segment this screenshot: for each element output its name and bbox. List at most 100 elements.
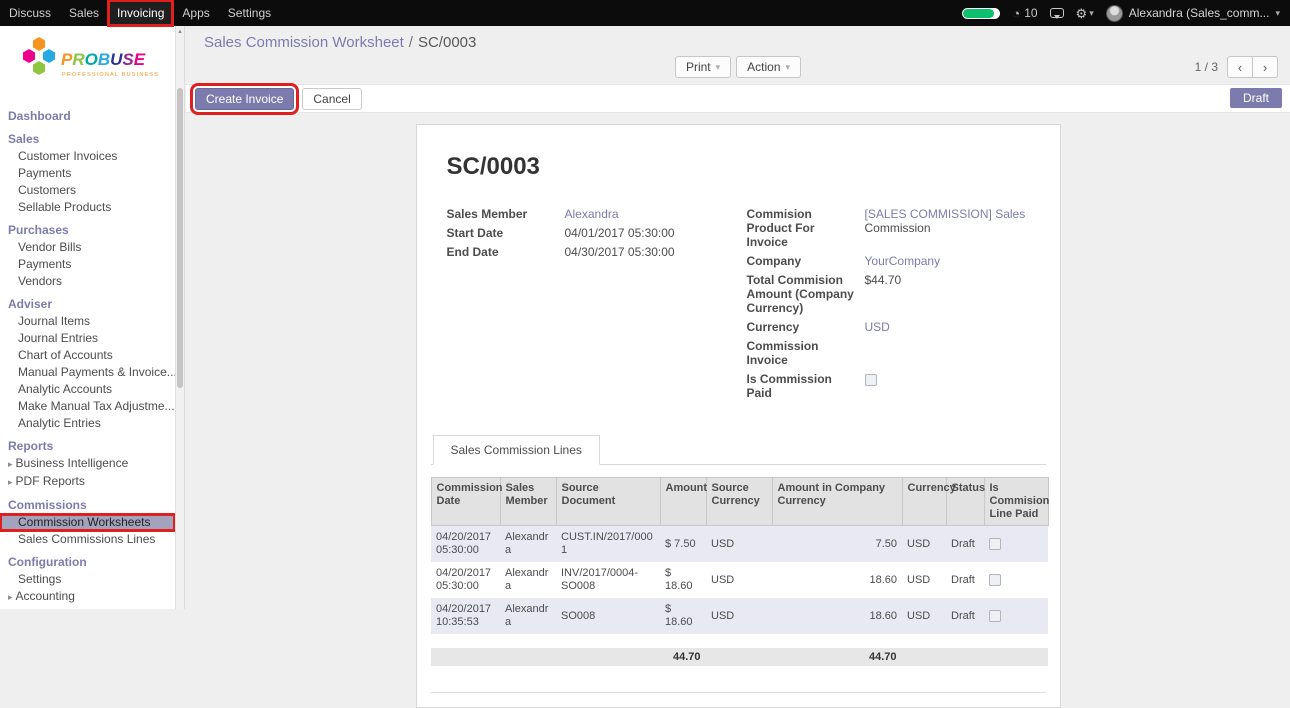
label-commission-invoice: Commission Invoice <box>747 339 865 367</box>
sidebar-item-analytic-accounts[interactable]: Analytic Accounts <box>0 381 175 398</box>
print-button[interactable]: Print▾ <box>675 56 731 78</box>
sidebar-section-sales[interactable]: Sales <box>0 130 175 148</box>
caret-right-icon: ▸ <box>8 459 13 469</box>
label-commission-product: Commision Product For Invoice <box>747 207 865 249</box>
is-commission-paid-checkbox <box>865 374 877 386</box>
topbar: Discuss Sales Invoicing Apps Settings ◔ … <box>0 0 1290 26</box>
label-sales-member: Sales Member <box>447 207 565 221</box>
chat-icon[interactable] <box>1050 8 1064 18</box>
sidebar-item-sellable-products[interactable]: Sellable Products <box>0 199 175 216</box>
debug-menu[interactable]: ⚙ ▾ <box>1076 7 1094 20</box>
field-group-right: Commision Product For Invoice [SALES COM… <box>747 207 1030 405</box>
scrollbar-thumb[interactable] <box>177 88 183 388</box>
avatar <box>1106 5 1123 22</box>
sheet-area: SC/0003 Sales Member Alexandra Start Dat… <box>186 113 1290 708</box>
col-commission-date[interactable]: Commission Date <box>431 478 500 526</box>
user-menu[interactable]: Alexandra (Sales_comm... ▾ <box>1106 5 1280 22</box>
col-source-document[interactable]: Source Document <box>556 478 660 526</box>
sheet-divider <box>431 692 1046 693</box>
sidebar-item-vendor-bills[interactable]: Vendor Bills <box>0 239 175 256</box>
sidebar-item-manual-payments-invoice[interactable]: Manual Payments & Invoice... <box>0 364 175 381</box>
table-row[interactable]: 04/20/2017 05:30:00 Alexandra CUST.IN/20… <box>431 526 1048 563</box>
table-row[interactable]: 04/20/2017 10:35:53 Alexandra SO008 $ 18… <box>431 598 1048 634</box>
probuse-logo-graphic: PROBUSE PROFESSIONAL BUSINESS <box>17 34 167 94</box>
sidebar-item-analytic-entries[interactable]: Analytic Entries <box>0 415 175 432</box>
logo-subtitle: PROFESSIONAL BUSINESS <box>62 72 159 78</box>
sidebar-item-settings[interactable]: Settings <box>0 571 175 588</box>
sidebar-section-reports[interactable]: Reports <box>0 437 175 455</box>
scroll-up-icon[interactable]: ▲ <box>176 26 184 35</box>
sidebar-item-customers[interactable]: Customers <box>0 182 175 199</box>
breadcrumb-parent[interactable]: Sales Commission Worksheet <box>204 34 404 51</box>
sales-member-value[interactable]: Alexandra <box>565 207 619 221</box>
breadcrumb-separator: / <box>409 34 413 51</box>
table-header-row: Commission Date Sales Member Source Docu… <box>431 478 1048 526</box>
sidebar-item-journal-entries[interactable]: Journal Entries <box>0 330 175 347</box>
pager-previous-button[interactable]: ‹ <box>1227 56 1253 78</box>
menu-invoicing[interactable]: Invoicing <box>108 0 173 26</box>
gear-icon: ⚙ <box>1076 7 1088 20</box>
activity-count: 10 <box>1024 6 1037 20</box>
sidebar-item-sales-commissions-lines[interactable]: Sales Commissions Lines <box>0 531 175 548</box>
company-logo[interactable]: PROBUSE PROFESSIONAL BUSINESS <box>0 26 184 102</box>
sidebar-item-customer-invoices[interactable]: Customer Invoices <box>0 148 175 165</box>
breadcrumb-current: SC/0003 <box>418 34 476 51</box>
cancel-button[interactable]: Cancel <box>302 88 361 110</box>
sidebar-item-sales-payments[interactable]: Payments <box>0 165 175 182</box>
sidebar-item-chart-of-accounts[interactable]: Chart of Accounts <box>0 347 175 364</box>
sidebar: PROBUSE PROFESSIONAL BUSINESS Dashboard … <box>0 26 185 609</box>
sidebar-section-commissions[interactable]: Commissions <box>0 496 175 514</box>
col-sales-member[interactable]: Sales Member <box>500 478 556 526</box>
commission-product-value[interactable]: [SALES COMMISSION] Sales <box>865 207 1030 221</box>
main-menu: Discuss Sales Invoicing Apps Settings <box>0 0 280 26</box>
tab-sales-commission-lines[interactable]: Sales Commission Lines <box>433 435 600 465</box>
col-amount[interactable]: Amount <box>660 478 706 526</box>
sidebar-item-pdf-reports[interactable]: ▸PDF Reports <box>0 473 175 491</box>
col-source-currency[interactable]: Source Currency <box>706 478 772 526</box>
activity-counter[interactable]: ◔ 10 <box>1012 6 1037 20</box>
progress-indicator <box>962 8 1000 19</box>
control-panel: Sales Commission Worksheet / SC/0003 Print… <box>186 26 1290 84</box>
pager-next-button[interactable]: › <box>1252 56 1278 78</box>
commission-product-value-wrap: Commission <box>865 221 931 235</box>
col-currency[interactable]: Currency <box>902 478 946 526</box>
totals-row: 44.70 44.70 <box>431 648 1048 666</box>
sidebar-item-journal-items[interactable]: Journal Items <box>0 313 175 330</box>
sidebar-section-purchases[interactable]: Purchases <box>0 221 175 239</box>
commission-invoice-value <box>865 339 1030 367</box>
action-button[interactable]: Action▾ <box>736 56 801 78</box>
col-status[interactable]: Status <box>946 478 984 526</box>
sidebar-section-adviser[interactable]: Adviser <box>0 295 175 313</box>
table-row[interactable]: 04/20/2017 05:30:00 Alexandra INV/2017/0… <box>431 562 1048 598</box>
sidebar-item-purchase-payments[interactable]: Payments <box>0 256 175 273</box>
col-is-commission-line-paid[interactable]: Is Commision Line Paid <box>984 478 1048 526</box>
label-total-commission-amount: Total Commision Amount (Company Currency… <box>747 273 865 315</box>
menu-apps[interactable]: Apps <box>173 0 218 26</box>
status-badge-draft[interactable]: Draft <box>1230 88 1282 108</box>
svg-text:PROBUSE: PROBUSE <box>61 50 146 69</box>
form-sheet: SC/0003 Sales Member Alexandra Start Dat… <box>416 124 1061 708</box>
sidebar-section-dashboard[interactable]: Dashboard <box>0 107 175 125</box>
sidebar-item-make-manual-tax-adjustments[interactable]: Make Manual Tax Adjustme... <box>0 398 175 415</box>
col-amount-company-currency[interactable]: Amount in Company Currency <box>772 478 902 526</box>
total-amount: 44.70 <box>660 648 706 666</box>
create-invoice-button[interactable]: Create Invoice <box>195 88 294 110</box>
currency-value[interactable]: USD <box>865 320 890 334</box>
chevron-right-icon: › <box>1263 60 1267 75</box>
caret-down-icon: ▾ <box>1089 8 1094 19</box>
sidebar-nav: Dashboard Sales Customer Invoices Paymen… <box>0 107 184 609</box>
menu-sales[interactable]: Sales <box>60 0 108 26</box>
chevron-left-icon: ‹ <box>1238 60 1242 75</box>
clock-icon: ◔ <box>1012 7 1020 20</box>
menu-settings[interactable]: Settings <box>219 0 280 26</box>
sidebar-item-business-intelligence[interactable]: ▸Business Intelligence <box>0 455 175 473</box>
sidebar-item-accounting[interactable]: ▸Accounting <box>0 588 175 606</box>
sidebar-scrollbar[interactable]: ▲ <box>175 26 184 609</box>
total-amount-company: 44.70 <box>772 648 902 666</box>
sidebar-item-vendors[interactable]: Vendors <box>0 273 175 290</box>
menu-discuss[interactable]: Discuss <box>0 0 60 26</box>
end-date-value: 04/30/2017 05:30:00 <box>565 245 747 259</box>
company-value[interactable]: YourCompany <box>865 254 941 268</box>
sidebar-section-configuration[interactable]: Configuration <box>0 553 175 571</box>
sidebar-item-commission-worksheets[interactable]: Commission Worksheets <box>0 514 175 531</box>
